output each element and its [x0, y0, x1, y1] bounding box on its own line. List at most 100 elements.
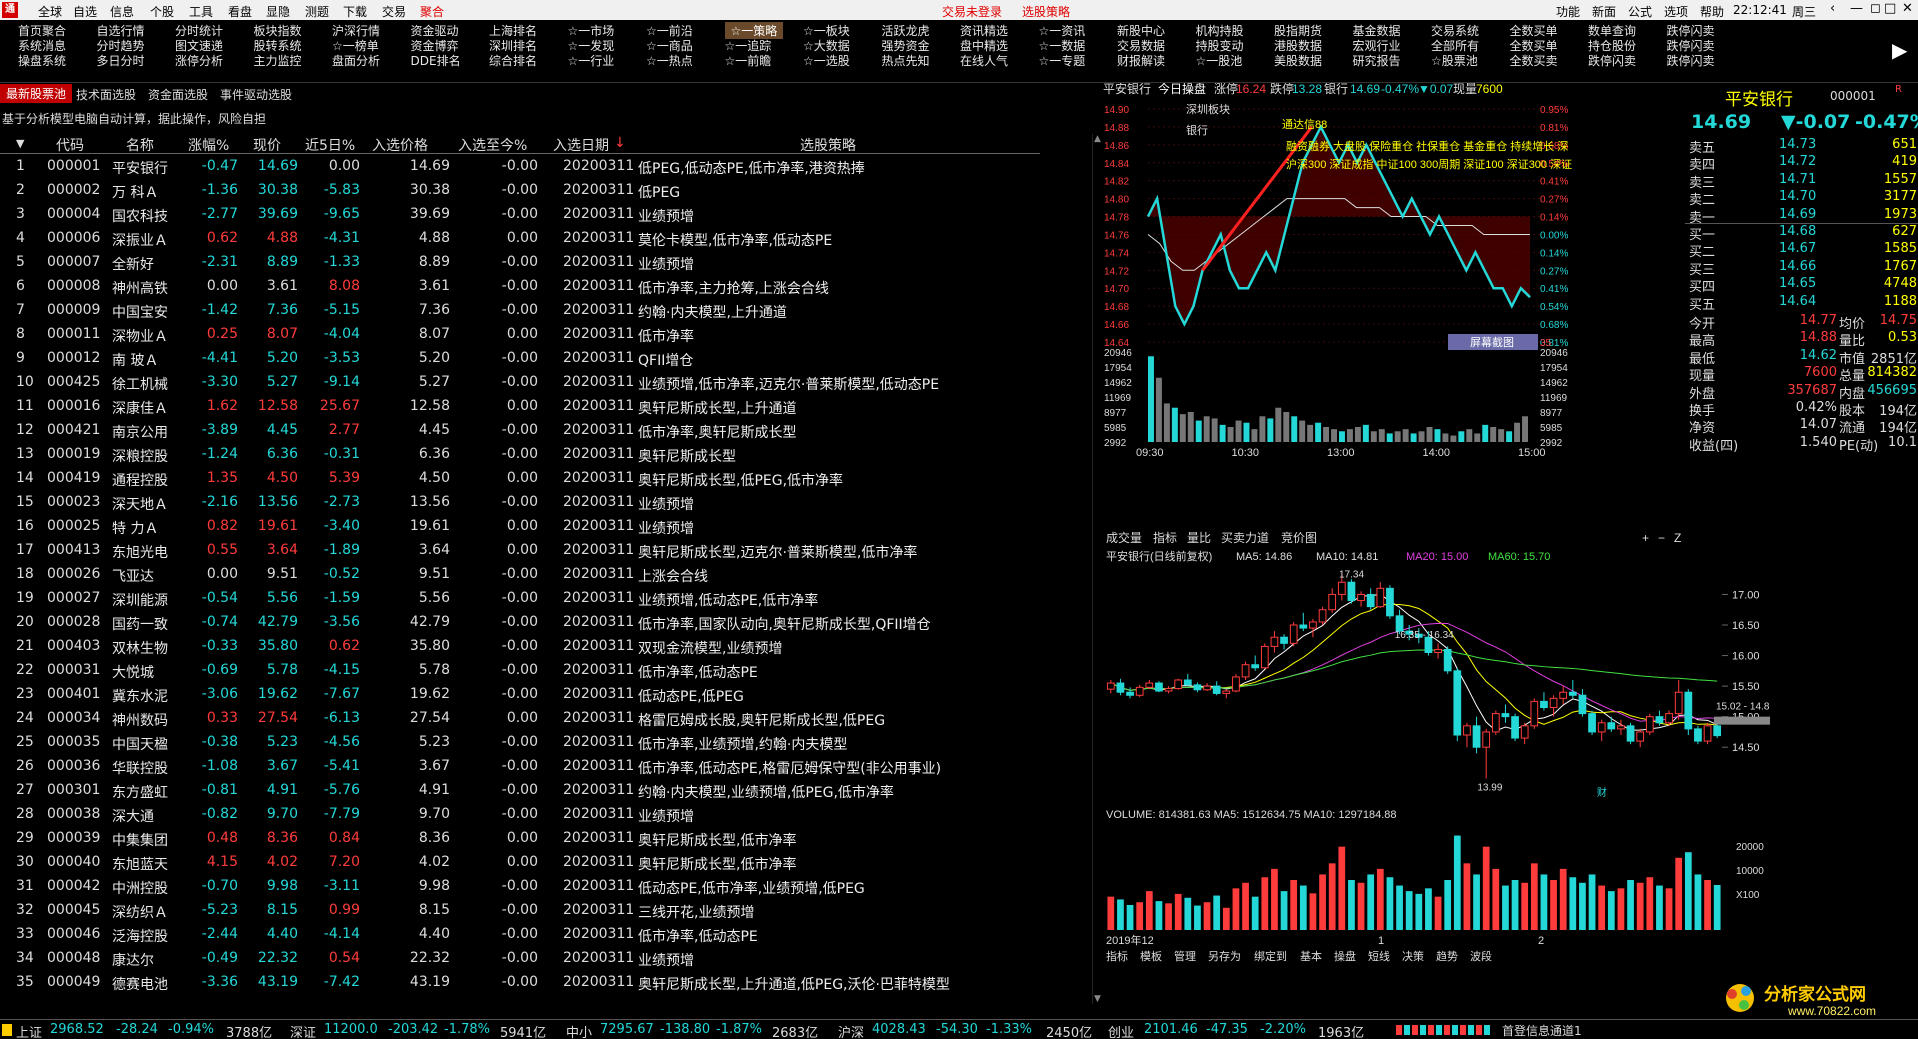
table-row[interactable]: 20 000028 国药一致 -0.74 42.79 -3.56 42.79 -0.00 202… [0, 612, 1040, 636]
table-row[interactable]: 34 000048 康达尔 -0.49 22.32 0.54 22.32 -0.00 20200… [0, 948, 1040, 972]
bid-level[interactable]: 买四 14.65 4748 [1689, 276, 1917, 295]
zoom-in-icon[interactable]: + [1642, 531, 1649, 545]
kline-tab[interactable]: 指标 [1153, 530, 1177, 545]
menu-stock[interactable]: 个股 [150, 3, 174, 20]
ask-level[interactable]: 卖四 14.72 419 [1689, 154, 1917, 173]
menu-global[interactable]: 全球 [38, 3, 62, 20]
table-row[interactable]: 19 000027 深圳能源 -0.54 5.56 -1.59 5.56 -0.00 20200… [0, 588, 1040, 612]
nav-item[interactable]: 操盘系统 [18, 52, 66, 69]
kline-tab[interactable]: 买卖力道 [1221, 531, 1269, 545]
menu-newpage[interactable]: 新面 [1592, 3, 1616, 20]
nav-item[interactable]: ☆一前瞻 [725, 52, 772, 69]
ask-level[interactable]: 卖三 14.71 1557 [1689, 172, 1917, 191]
nav-item[interactable]: 主力监控 [254, 52, 302, 69]
nav-item[interactable]: 研究报告 [1353, 52, 1401, 69]
minimize-icon[interactable]: — [1850, 1, 1863, 16]
table-row[interactable]: 16 000025 特 力Ａ 0.82 19.61 -3.40 19.61 0.00 20200… [0, 516, 1040, 540]
kline-footer-tab[interactable]: 基本 [1300, 949, 1322, 963]
nav-item[interactable]: 美股数据 [1274, 52, 1322, 69]
bid-level[interactable]: 买三 14.66 1767 [1689, 259, 1917, 278]
tab-capital[interactable]: 资金面选股 [148, 86, 208, 103]
col-code[interactable]: 代码 [56, 135, 84, 155]
table-row[interactable]: 33 000046 泛海控股 -2.44 4.40 -4.14 4.40 -0.00 20200… [0, 924, 1040, 948]
table-row[interactable]: 12 000421 南京公用 -3.89 4.45 2.77 4.45 -0.00 202003… [0, 420, 1040, 444]
table-row[interactable]: 7 000009 中国宝安 -1.42 7.36 -5.15 7.36 -0.00 202003… [0, 300, 1040, 324]
table-row[interactable]: 15 000023 深天地Ａ -2.16 13.56 -2.73 13.56 -0.00 202… [0, 492, 1040, 516]
menu-toggle[interactable]: 显隐 [266, 3, 290, 20]
nav-item[interactable]: 盘面分析 [332, 52, 380, 69]
restore-icon[interactable]: ◻ [1870, 1, 1881, 16]
col-chg5[interactable]: 近5日% [305, 135, 355, 155]
kline-footer-tab[interactable]: 绑定到 [1254, 949, 1287, 963]
table-row[interactable]: 13 000019 深粮控股 -1.24 6.36 -0.31 6.36 -0.00 20200… [0, 444, 1040, 468]
nav-item[interactable]: ☆一行业 [568, 52, 615, 69]
nav-item[interactable]: ☆一专题 [1039, 52, 1086, 69]
trade-login-status[interactable]: 交易未登录 [942, 3, 1002, 20]
table-row[interactable]: 22 000031 大悦城 -0.69 5.78 -4.15 5.78 -0.00 202003… [0, 660, 1040, 684]
tab-technical[interactable]: 技术面选股 [76, 86, 136, 103]
nav-item[interactable]: ☆一热点 [646, 52, 693, 69]
nav-item[interactable]: 多日分时 [97, 52, 145, 69]
bid-level[interactable]: 买二 14.67 1585 [1689, 241, 1917, 260]
menu-view[interactable]: 看盘 [228, 3, 252, 20]
ask-level[interactable]: 卖五 14.73 651 [1689, 137, 1917, 156]
table-row[interactable]: 1 000001 平安银行 -0.47 14.69 0.00 14.69 -0.00 20200… [0, 156, 1040, 180]
nav-item[interactable]: 全数买卖 [1510, 52, 1558, 69]
menu-watchlist[interactable]: 自选 [73, 3, 97, 20]
kline-footer-tab[interactable]: 决策 [1402, 949, 1424, 963]
zoom-reset-icon[interactable]: Z [1674, 531, 1681, 545]
nav-item[interactable]: DDE排名 [411, 52, 461, 69]
menu-info[interactable]: 信息 [110, 3, 134, 20]
table-row[interactable]: 23 000401 冀东水泥 -3.06 19.62 -7.67 19.62 -0.00 202… [0, 684, 1040, 708]
ask-level[interactable]: 卖一 14.69 1973 [1689, 207, 1917, 226]
kline-footer-tab[interactable]: 操盘 [1334, 949, 1356, 963]
col-name[interactable]: 名称 [126, 135, 154, 155]
nav-item[interactable]: 跌停闪卖 [1588, 52, 1636, 69]
col-in-price[interactable]: 入选价格 [372, 135, 428, 155]
col-chg[interactable]: 涨幅% [188, 135, 229, 155]
nav-item[interactable]: 涨停分析 [175, 52, 223, 69]
nav-item[interactable]: 财报解读 [1117, 52, 1165, 69]
intraday-chart[interactable]: 14.90 0.95% 14.88 0.81% 14.86 0.68% 14.84 0.54%… [1102, 81, 1682, 548]
table-row[interactable]: 3 000004 国农科技 -2.77 39.69 -9.65 39.69 -0.00 2020… [0, 204, 1040, 228]
nav-item[interactable]: ☆一选股 [803, 52, 850, 69]
kline-footer-tab[interactable]: 指标 [1106, 949, 1128, 963]
table-row[interactable]: 31 000042 中洲控股 -0.70 9.98 -3.11 9.98 -0.00 20200… [0, 876, 1040, 900]
nav-scroll-icon[interactable]: ▶ [1892, 38, 1907, 62]
kline-tab[interactable]: 竞价图 [1281, 531, 1317, 545]
table-row[interactable]: 25 000035 中国天楹 -0.38 5.23 -4.56 5.23 -0.00 20200… [0, 732, 1040, 756]
close-icon[interactable]: ✕ [1902, 1, 1913, 16]
kline-chart[interactable]: 成交量 指标 量比 买卖力道 竞价图 + − Z平安银行(日线前复权) MA5: 14.86 MA… [1102, 530, 1918, 1020]
nav-item[interactable]: ☆股票池 [1431, 52, 1478, 69]
scroll-up-icon[interactable]: ▲ [1094, 134, 1101, 144]
table-row[interactable]: 6 000008 神州高铁 0.00 3.61 8.08 3.61 -0.00 20200311… [0, 276, 1040, 300]
menu-options[interactable]: 选项 [1664, 3, 1688, 20]
strategy-status[interactable]: 选股策略 [1022, 3, 1070, 20]
kline-footer-tab[interactable]: 趋势 [1436, 950, 1458, 963]
table-scrollbar[interactable]: ▲ ▼ [1092, 134, 1102, 1004]
sort-icon[interactable]: ▼ [16, 137, 24, 150]
tab-event[interactable]: 事件驱动选股 [220, 86, 292, 103]
menu-formula[interactable]: 公式 [1628, 3, 1652, 20]
nav-item[interactable]: ☆一股池 [1196, 52, 1243, 69]
table-row[interactable]: 26 000036 华联控股 -1.08 3.67 -5.41 3.67 -0.00 20200… [0, 756, 1040, 780]
screenshot-label[interactable]: 屏幕截图 [1470, 335, 1514, 349]
table-row[interactable]: 17 000413 东旭光电 0.55 3.64 -1.89 3.64 0.00 2020031… [0, 540, 1040, 564]
kline-footer-tab[interactable]: 波段 [1470, 949, 1492, 963]
kline-footer-tab[interactable]: 另存为 [1208, 949, 1241, 963]
menu-tools[interactable]: 工具 [189, 3, 213, 20]
table-row[interactable]: 14 000419 通程控股 1.35 4.50 5.39 4.50 0.00 20200311… [0, 468, 1040, 492]
table-row[interactable]: 18 000026 飞亚达 0.00 9.51 -0.52 9.51 -0.00 2020031… [0, 564, 1040, 588]
table-row[interactable]: 2 000002 万 科Ａ -1.36 30.38 -5.83 30.38 -0.00 2020… [0, 180, 1040, 204]
table-row[interactable]: 11 000016 深康佳Ａ 1.62 12.58 25.67 12.58 0.00 20200… [0, 396, 1040, 420]
kline-tab[interactable]: 成交量 [1106, 530, 1142, 545]
menu-trade[interactable]: 交易 [382, 3, 406, 20]
maximize-icon[interactable]: □ [1884, 1, 1896, 16]
table-row[interactable]: 9 000012 南 玻Ａ -4.41 5.20 -3.53 5.20 -0.00 202003… [0, 348, 1040, 372]
date-sort-icon[interactable]: ↓ [614, 135, 626, 151]
nav-item[interactable]: 跌停闪卖 [1667, 52, 1715, 69]
nav-item[interactable]: 综合排名 [489, 52, 537, 69]
table-row[interactable]: 27 000301 东方盛虹 -0.81 4.91 -5.76 4.91 -0.00 20200… [0, 780, 1040, 804]
table-row[interactable]: 35 000049 德赛电池 -3.36 43.19 -7.42 43.19 -0.00 202… [0, 972, 1040, 996]
nav-item[interactable]: 在线人气 [960, 52, 1008, 69]
